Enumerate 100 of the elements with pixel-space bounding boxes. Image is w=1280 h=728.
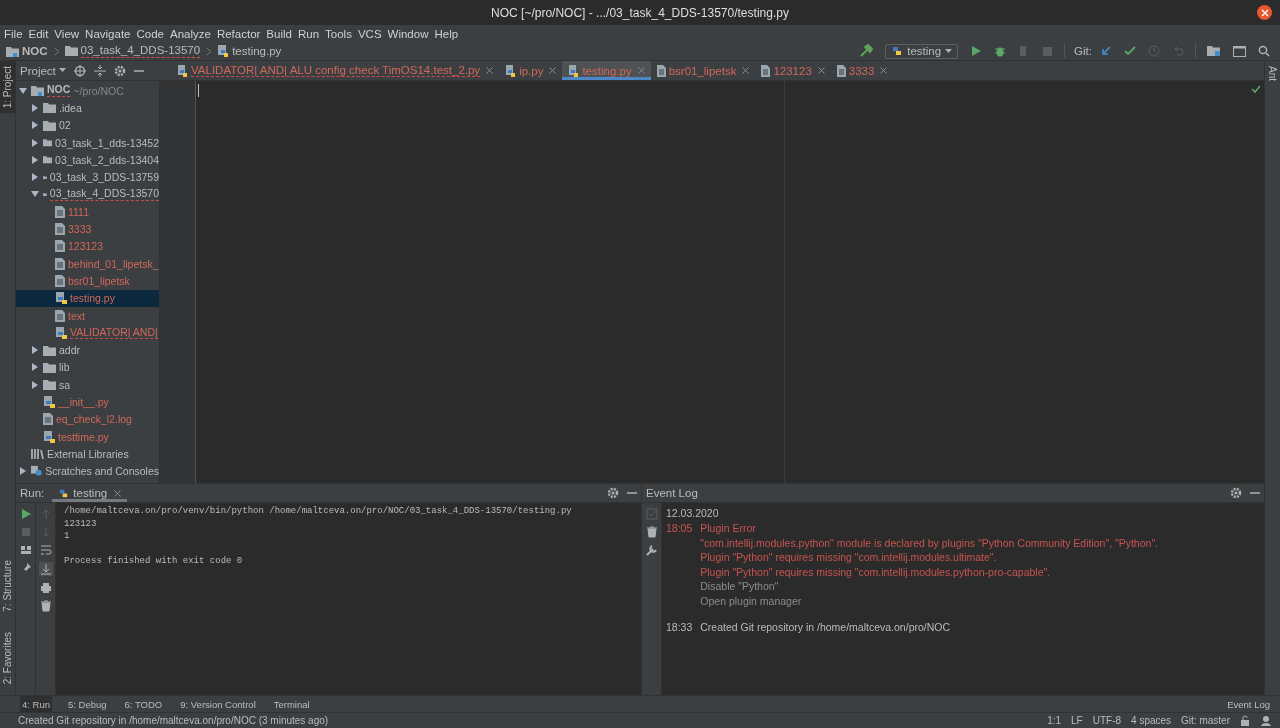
hammer-icon[interactable] <box>859 44 874 58</box>
editor-tab[interactable]: 3333 <box>830 61 894 80</box>
soft-wrap-icon[interactable] <box>39 544 52 556</box>
tree-item[interactable]: 1111 <box>16 203 159 221</box>
run-tab[interactable]: testing <box>52 484 128 502</box>
tool-window-button[interactable]: 9: Version Control <box>178 696 258 712</box>
expanded-arrow-icon[interactable] <box>19 86 27 95</box>
tree-item[interactable]: sa <box>16 376 159 394</box>
menu-item[interactable]: Code <box>136 27 164 40</box>
tree-item[interactable]: behind_01_lipetsk_ <box>16 254 159 273</box>
close-button[interactable] <box>1257 5 1272 20</box>
menu-item[interactable]: Refactor <box>216 27 261 40</box>
wrench-icon[interactable] <box>645 544 658 556</box>
commit-check-icon[interactable] <box>1124 45 1136 57</box>
menu-item[interactable]: Window <box>387 27 429 40</box>
close-tab-icon[interactable] <box>742 67 750 74</box>
tool-window-button[interactable]: 4: Run <box>20 696 52 712</box>
run-configuration-dropdown[interactable]: testing <box>885 43 959 59</box>
close-tab-icon[interactable] <box>114 489 122 497</box>
collapsed-arrow-icon[interactable] <box>19 467 27 476</box>
tree-item[interactable]: External Libraries <box>16 445 159 463</box>
tool-window-button[interactable]: 2: Favorites <box>0 626 15 689</box>
editor-tab[interactable]: VALIDATOR| AND| ALU config check TimOS14.test_2.py <box>171 61 500 80</box>
collapsed-arrow-icon[interactable] <box>31 121 39 130</box>
menu-item[interactable]: VCS <box>357 27 382 40</box>
run-icon[interactable] <box>19 508 32 520</box>
scroll-to-end-icon[interactable] <box>38 562 53 576</box>
tree-item[interactable]: 03_task_4_DDS-13570 <box>16 185 159 204</box>
trash-icon[interactable] <box>645 526 658 538</box>
menu-item[interactable]: Build <box>266 27 292 40</box>
collapsed-arrow-icon[interactable] <box>31 346 39 355</box>
tree-item[interactable]: 123123 <box>16 237 159 255</box>
tree-item[interactable]: 03_task_3_DDS-13759 <box>16 168 159 186</box>
tool-window-button[interactable]: Ant <box>1265 61 1280 86</box>
tool-window-button[interactable]: 6: TODO <box>122 696 165 712</box>
menu-item[interactable]: Edit <box>28 27 49 40</box>
collapsed-arrow-icon[interactable] <box>31 380 39 389</box>
editor-tab[interactable]: bsr01_lipetsk <box>650 61 756 80</box>
collapsed-arrow-icon[interactable] <box>31 138 39 147</box>
tool-window-button[interactable]: 1: Project <box>0 61 15 114</box>
editor-tab[interactable]: 123123 <box>755 61 831 80</box>
tool-window-button[interactable]: Terminal <box>271 696 312 712</box>
close-tab-icon[interactable] <box>880 67 888 74</box>
trash-icon[interactable] <box>39 600 52 612</box>
target-icon[interactable] <box>73 64 86 77</box>
print-icon[interactable] <box>39 582 52 594</box>
window-icon[interactable] <box>1233 45 1246 57</box>
settings-icon[interactable] <box>607 487 619 499</box>
tree-item[interactable]: testing.py <box>16 289 159 307</box>
close-tab-icon[interactable] <box>549 67 557 74</box>
settings-icon[interactable] <box>113 64 126 77</box>
collapsed-arrow-icon[interactable] <box>31 363 39 372</box>
tree-item[interactable]: .idea <box>16 99 159 117</box>
tree-item[interactable]: text <box>16 306 159 325</box>
tree-item[interactable]: testtime.py <box>16 427 159 446</box>
menu-item[interactable]: Tools <box>325 27 352 40</box>
close-tab-icon[interactable] <box>486 67 494 74</box>
status-item[interactable]: 4 spaces <box>1131 715 1172 726</box>
menu-item[interactable]: Navigate <box>85 27 131 40</box>
collapsed-arrow-icon[interactable] <box>31 155 39 164</box>
collapse-icon[interactable] <box>93 64 106 77</box>
tree-item[interactable]: 03_task_1_dds-13452 <box>16 133 159 152</box>
tree-item[interactable]: __init__.py <box>16 393 159 411</box>
log-link[interactable]: Disable "Python" <box>700 580 1159 592</box>
update-arrow-icon[interactable] <box>1100 45 1112 57</box>
layout-icon[interactable] <box>19 544 32 556</box>
log-link[interactable]: Open plugin manager <box>700 594 1159 607</box>
project-structure-icon[interactable] <box>1207 45 1221 57</box>
tree-item[interactable]: eq_check_l2.log <box>16 410 159 428</box>
lock-icon[interactable] <box>1240 715 1250 726</box>
tree-item[interactable]: 02 <box>16 116 159 134</box>
tree-item[interactable]: NOC ~/pro/NOC <box>16 82 159 100</box>
breadcrumb[interactable]: NOC <box>6 45 48 57</box>
run-icon[interactable] <box>970 45 983 57</box>
debug-icon[interactable] <box>994 45 1007 57</box>
menu-item[interactable]: View <box>54 27 80 40</box>
tree-item[interactable]: Scratches and Consoles <box>16 462 159 480</box>
breadcrumb[interactable]: testing.py <box>217 45 282 57</box>
collapsed-arrow-icon[interactable] <box>31 173 39 182</box>
tool-window-button[interactable]: 7: Structure <box>0 555 15 617</box>
settings-icon[interactable] <box>1230 487 1242 499</box>
tree-item[interactable]: VALIDATOR| AND| <box>16 324 159 342</box>
tool-window-button[interactable]: Event Log <box>1225 696 1272 712</box>
menu-item[interactable]: Analyze <box>169 27 211 40</box>
tree-item[interactable]: lib <box>16 358 159 377</box>
expanded-arrow-icon[interactable] <box>31 190 39 199</box>
status-item[interactable]: LF <box>1071 715 1083 726</box>
tree-item[interactable]: 3333 <box>16 220 159 238</box>
tree-item[interactable]: 03_task_2_dds-13404 <box>16 151 159 169</box>
status-item[interactable]: UTF-8 <box>1092 715 1122 726</box>
collapsed-arrow-icon[interactable] <box>31 103 39 112</box>
project-view-dropdown[interactable]: Project <box>20 64 66 77</box>
menu-item[interactable]: Help <box>434 27 459 40</box>
tool-window-button[interactable]: 5: Debug <box>66 696 109 712</box>
tree-item[interactable]: bsr01_lipetsk <box>16 272 159 290</box>
search-icon[interactable] <box>1258 45 1270 57</box>
breadcrumb[interactable]: 03_task_4_DDS-13570 <box>64 44 201 58</box>
close-tab-icon[interactable] <box>817 67 825 74</box>
status-item[interactable]: Git: master <box>1181 715 1230 726</box>
status-item[interactable]: 1:1 <box>1047 715 1062 726</box>
